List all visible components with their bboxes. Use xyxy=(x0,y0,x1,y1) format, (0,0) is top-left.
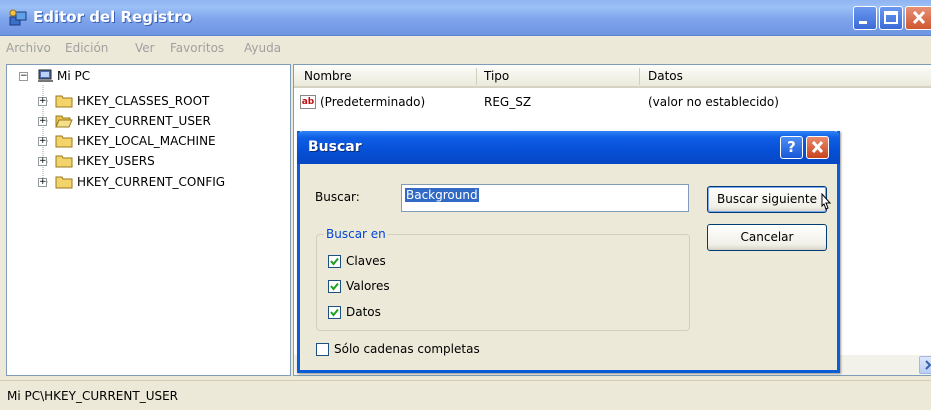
value-name: (Predeterminado) xyxy=(320,95,426,109)
column-datos[interactable]: Datos xyxy=(648,69,683,83)
tree-item-mi-pc[interactable]: − Mi PC xyxy=(7,67,207,85)
tree-item-label: HKEY_USERS xyxy=(77,154,155,168)
hand-pointer-icon xyxy=(821,193,832,210)
open-folder-icon xyxy=(55,115,73,128)
look-in-label: Buscar en xyxy=(324,227,388,241)
dialog-title-bar[interactable]: Buscar ? xyxy=(297,131,840,164)
keys-checkbox[interactable] xyxy=(328,255,341,268)
data-label: Datos xyxy=(346,305,381,319)
minimize-button[interactable] xyxy=(853,6,877,30)
tree-item-hkcu[interactable]: + HKEY_CURRENT_USER xyxy=(7,112,287,130)
folder-icon xyxy=(55,135,73,148)
menu-favoritos[interactable]: Favoritos xyxy=(170,41,224,55)
string-value-icon: ab xyxy=(300,95,316,109)
menu-ver[interactable]: Ver xyxy=(135,41,155,55)
maximize-icon xyxy=(884,11,898,24)
checkmark-icon xyxy=(330,308,339,317)
find-what-label: Buscar: xyxy=(315,190,360,204)
find-what-value: Background xyxy=(405,188,479,202)
close-icon xyxy=(811,140,824,154)
help-button[interactable]: ? xyxy=(780,136,803,159)
checkmark-icon xyxy=(330,257,339,266)
minimize-icon xyxy=(859,21,867,24)
value-type: REG_SZ xyxy=(484,95,532,109)
key-tree-pane[interactable]: − Mi PC + HKEY_CLASSES_ROOT + HKEY_CURRE… xyxy=(6,64,291,376)
expand-icon[interactable]: + xyxy=(38,97,47,106)
computer-icon xyxy=(38,69,53,82)
scroll-right-button[interactable] xyxy=(919,356,931,374)
tree-item-hklm[interactable]: + HKEY_LOCAL_MACHINE xyxy=(7,132,287,150)
status-bar: Mi PC\HKEY_CURRENT_USER xyxy=(0,380,931,410)
maximize-button[interactable] xyxy=(879,6,903,30)
find-next-button[interactable]: Buscar siguiente xyxy=(707,186,827,213)
close-button[interactable] xyxy=(905,6,931,30)
tree-item-hku[interactable]: + HKEY_USERS xyxy=(7,152,287,170)
tree-item-label: HKEY_CURRENT_USER xyxy=(77,114,211,128)
expand-icon[interactable]: + xyxy=(38,117,47,126)
collapse-icon[interactable]: − xyxy=(19,72,28,81)
dialog-title: Buscar xyxy=(308,139,362,155)
expand-icon[interactable]: + xyxy=(38,157,47,166)
values-checkbox[interactable] xyxy=(328,280,341,293)
find-what-input[interactable]: Background xyxy=(401,184,689,212)
close-icon xyxy=(912,10,926,25)
window-title: Editor del Registro xyxy=(33,8,192,26)
values-label: Valores xyxy=(346,279,390,293)
tree-root-label: Mi PC xyxy=(57,69,91,83)
title-bar[interactable]: Editor del Registro xyxy=(0,0,931,36)
data-checkbox[interactable] xyxy=(328,306,341,319)
tree-item-label: HKEY_CURRENT_CONFIG xyxy=(77,175,226,189)
menu-archivo[interactable]: Archivo xyxy=(6,41,51,55)
current-key-path: Mi PC\HKEY_CURRENT_USER xyxy=(7,389,179,403)
dialog-close-button[interactable] xyxy=(806,136,829,159)
folder-icon xyxy=(55,176,73,189)
menu-bar: Archivo Edición Ver Favoritos Ayuda xyxy=(0,37,931,60)
tree-item-label: HKEY_LOCAL_MACHINE xyxy=(77,134,216,148)
column-divider[interactable] xyxy=(476,68,477,85)
expand-icon[interactable]: + xyxy=(38,178,47,187)
expand-icon[interactable]: + xyxy=(38,137,47,146)
column-nombre[interactable]: Nombre xyxy=(304,69,352,83)
column-tipo[interactable]: Tipo xyxy=(484,69,509,83)
value-data: (valor no establecido) xyxy=(648,95,779,109)
tree-item-hkcc[interactable]: + HKEY_CURRENT_CONFIG xyxy=(7,173,287,191)
cancel-button[interactable]: Cancelar xyxy=(707,224,827,251)
list-header: Nombre Tipo Datos xyxy=(294,65,931,88)
registry-editor-window: Editor del Registro Archivo Edición Ver … xyxy=(0,0,931,410)
registry-editor-icon xyxy=(9,9,27,26)
menu-ayuda[interactable]: Ayuda xyxy=(244,41,281,55)
tree-item-label: HKEY_CLASSES_ROOT xyxy=(77,94,210,108)
whole-string-label: Sólo cadenas completas xyxy=(334,342,480,356)
find-dialog: Buscar ? Buscar: Background Buscar sigui… xyxy=(297,131,840,373)
chevron-right-icon xyxy=(925,360,931,370)
menu-edicion[interactable]: Edición xyxy=(65,41,108,55)
folder-icon xyxy=(55,155,73,168)
keys-label: Claves xyxy=(346,254,386,268)
whole-string-checkbox[interactable] xyxy=(316,343,329,356)
tree-item-hkcr[interactable]: + HKEY_CLASSES_ROOT xyxy=(7,92,287,110)
folder-icon xyxy=(55,95,73,108)
checkmark-icon xyxy=(330,282,339,291)
column-divider[interactable] xyxy=(639,68,640,85)
